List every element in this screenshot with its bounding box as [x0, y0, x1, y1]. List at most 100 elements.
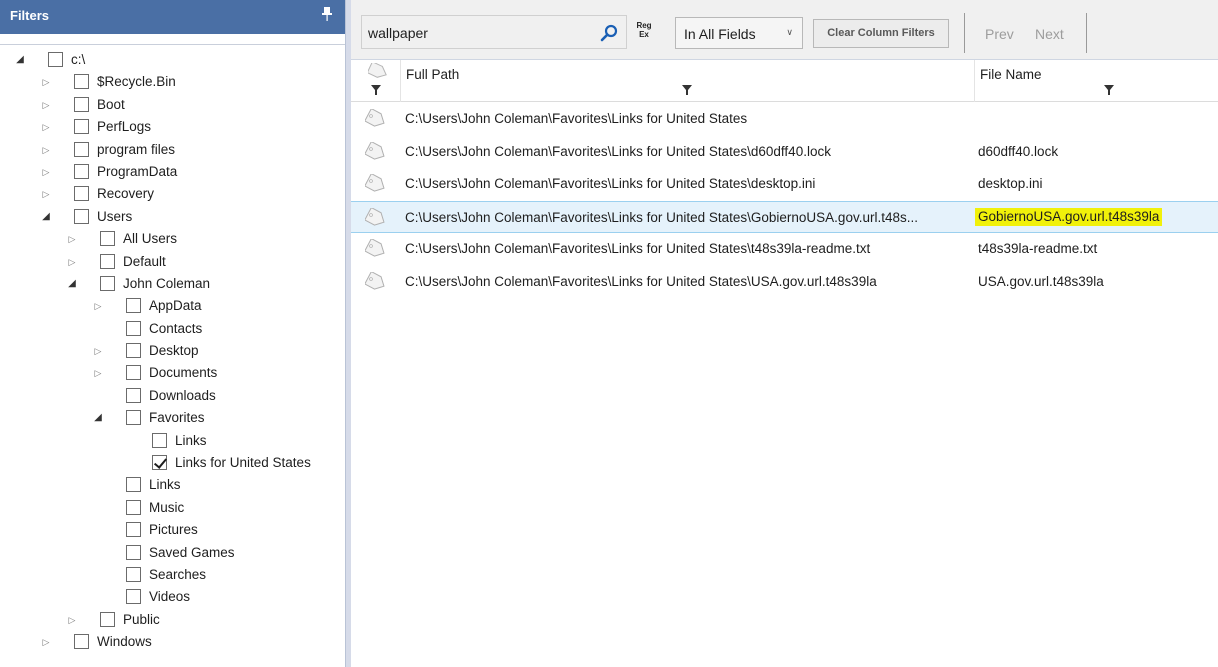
tree-node[interactable]: Saved Games [0, 542, 345, 564]
tree-node-checkbox[interactable] [126, 320, 141, 336]
tree-node-checkbox[interactable] [74, 163, 89, 179]
tree-node-checkbox[interactable] [74, 119, 89, 135]
tree-node[interactable]: ▷ Boot [0, 94, 345, 116]
tree-node[interactable]: ▷ Desktop [0, 340, 345, 362]
tag-icon[interactable] [365, 141, 387, 162]
collapse-arrow-icon[interactable]: ◢ [92, 407, 104, 429]
tag-icon[interactable] [365, 174, 387, 194]
table-row[interactable]: C:\Users\John Coleman\Favorites\Links fo… [351, 266, 1218, 298]
column-header-full-path[interactable]: Full Path [402, 60, 975, 102]
collapse-arrow-icon[interactable]: ◢ [40, 206, 52, 228]
tree-node[interactable]: ◢ Users [0, 206, 345, 228]
tree-node[interactable]: Videos [0, 586, 345, 608]
tree-node-checkbox[interactable] [126, 298, 141, 314]
collapse-arrow-icon[interactable]: ◢ [66, 273, 78, 295]
expand-arrow-icon[interactable]: ▷ [40, 71, 52, 93]
table-row[interactable]: C:\Users\John Coleman\Favorites\Links fo… [351, 136, 1218, 168]
expand-arrow-icon[interactable]: ▷ [92, 295, 104, 317]
expand-arrow-icon[interactable]: ▷ [66, 228, 78, 250]
tree-node-checkbox[interactable] [126, 589, 141, 605]
table-row[interactable]: C:\Users\John Coleman\Favorites\Links fo… [351, 200, 1218, 233]
tree-node[interactable]: Contacts [0, 318, 345, 340]
tree-node-checkbox[interactable] [126, 343, 141, 359]
tree-node-checkbox[interactable] [126, 387, 141, 403]
clear-column-filters-button[interactable]: Clear Column Filters [813, 19, 949, 48]
tree-node-label: program files [97, 141, 176, 157]
tag-icon[interactable] [365, 271, 387, 292]
expand-arrow-icon[interactable]: ▷ [92, 340, 104, 362]
table-row[interactable]: C:\Users\John Coleman\Favorites\Links fo… [351, 233, 1218, 266]
tree-node-checkbox[interactable] [100, 231, 115, 247]
pin-icon[interactable] [321, 6, 333, 22]
tree-node-checkbox[interactable] [74, 186, 89, 202]
expand-arrow-icon[interactable]: ▷ [40, 116, 52, 138]
tree-node-checkbox[interactable] [126, 522, 141, 538]
tree-node-checkbox[interactable] [74, 96, 89, 112]
tree-node[interactable]: ◢ c:\ [0, 49, 345, 71]
tree-node-checkbox[interactable] [100, 611, 115, 627]
prev-button[interactable]: Prev [985, 26, 1014, 42]
tree-node-checkbox[interactable] [126, 410, 141, 426]
column-header-file-name[interactable]: File Name [976, 60, 1218, 102]
tree-node-checkbox[interactable] [74, 208, 89, 224]
tree-node-checkbox[interactable] [48, 52, 63, 67]
tree-node[interactable]: ▷ Windows [0, 631, 345, 653]
expand-arrow-icon[interactable]: ▷ [40, 94, 52, 116]
tree-node-checkbox[interactable] [74, 74, 89, 90]
tree-node[interactable]: ▷ ProgramData [0, 161, 345, 183]
tree-node[interactable]: ▷ AppData [0, 295, 345, 317]
tree-node-checkbox[interactable] [152, 432, 167, 448]
tag-icon[interactable] [365, 207, 387, 228]
expand-arrow-icon[interactable]: ▷ [66, 251, 78, 273]
expand-arrow-icon[interactable]: ▷ [66, 609, 78, 631]
expand-arrow-icon[interactable]: ▷ [40, 183, 52, 205]
tag-icon[interactable] [365, 239, 387, 259]
filter-icon[interactable] [371, 85, 381, 95]
search-icon[interactable] [600, 24, 618, 42]
toolbar-divider [1086, 13, 1087, 53]
field-scope-select[interactable]: In All Fields ∨ [675, 17, 803, 49]
tree-node[interactable]: Searches [0, 564, 345, 586]
next-button[interactable]: Next [1035, 26, 1064, 42]
tree-node[interactable]: Links for United States [0, 452, 345, 474]
tree-node-checkbox[interactable] [126, 477, 141, 493]
tree-node[interactable]: ▷ $Recycle.Bin [0, 71, 345, 93]
tree-node[interactable]: ◢ John Coleman [0, 273, 345, 295]
tree-node-checkbox[interactable] [126, 365, 141, 381]
tree-node[interactable]: Downloads [0, 385, 345, 407]
table-row[interactable]: C:\Users\John Coleman\Favorites\Links fo… [351, 103, 1218, 136]
tree-node-checkbox[interactable] [74, 141, 89, 157]
tree-node[interactable]: Music [0, 497, 345, 519]
tag-icon[interactable] [365, 109, 387, 129]
collapse-arrow-icon[interactable]: ◢ [14, 49, 26, 71]
tree-node[interactable]: ▷ PerfLogs [0, 116, 345, 138]
field-scope-value: In All Fields [684, 26, 756, 42]
tree-node[interactable]: ▷ Recovery [0, 183, 345, 205]
tree-node[interactable]: Pictures [0, 519, 345, 541]
tree-node-checkbox[interactable] [74, 634, 89, 650]
search-input[interactable] [368, 22, 588, 44]
tree-node[interactable]: ▷ program files [0, 139, 345, 161]
tree-node-checkbox[interactable] [126, 499, 141, 515]
tag-column-header[interactable] [351, 60, 401, 102]
tree-node-checkbox[interactable] [100, 275, 115, 291]
tree-node[interactable]: ▷ Documents [0, 362, 345, 384]
expand-arrow-icon[interactable]: ▷ [40, 139, 52, 161]
tree-node-checkbox[interactable] [100, 253, 115, 269]
tree-node[interactable]: ▷ Public [0, 609, 345, 631]
tree-node[interactable]: ◢ Favorites [0, 407, 345, 429]
tree-node-checkbox[interactable] [152, 455, 167, 471]
tree-node[interactable]: Links [0, 474, 345, 496]
expand-arrow-icon[interactable]: ▷ [40, 631, 52, 653]
table-row[interactable]: C:\Users\John Coleman\Favorites\Links fo… [351, 168, 1218, 201]
tree-node-checkbox[interactable] [126, 544, 141, 560]
tree-node[interactable]: ▷ Default [0, 251, 345, 273]
tree-node-checkbox[interactable] [126, 566, 141, 582]
regex-toggle-button[interactable]: Reg Ex [632, 21, 656, 43]
filter-icon[interactable] [682, 85, 692, 95]
expand-arrow-icon[interactable]: ▷ [92, 362, 104, 384]
tree-node[interactable]: Links [0, 430, 345, 452]
tree-node[interactable]: ▷ All Users [0, 228, 345, 250]
filter-icon[interactable] [1104, 85, 1114, 95]
expand-arrow-icon[interactable]: ▷ [40, 161, 52, 183]
